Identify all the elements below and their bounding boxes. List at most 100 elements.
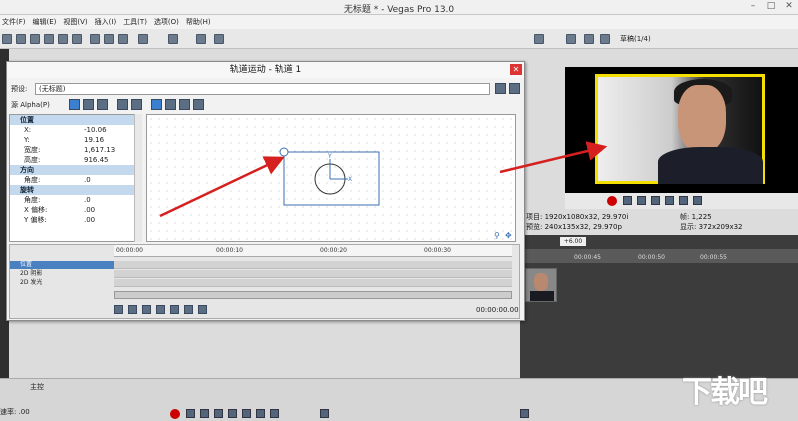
source-alpha-label[interactable]: 源 Alpha(P): [11, 100, 50, 110]
prevent-scaling-icon[interactable]: [193, 99, 204, 110]
undo-icon[interactable]: [138, 34, 148, 44]
maximize-icon[interactable]: □: [764, 1, 778, 13]
keyframe-ruler[interactable]: 00:00:00 00:00:10 00:00:20 00:00:30: [114, 245, 512, 257]
ruler-tick: 00:00:00: [116, 247, 143, 254]
auto-ripple-icon[interactable]: [214, 34, 224, 44]
preset-label: 预设:: [11, 85, 28, 93]
ruler-tick: 00:00:20: [320, 247, 347, 254]
menu-tools[interactable]: 工具(T): [123, 17, 147, 27]
go-to-end-icon[interactable]: [270, 409, 279, 418]
preset-select[interactable]: (无标题): [35, 83, 490, 95]
section-rotation[interactable]: 旋转: [10, 185, 141, 195]
copy-icon[interactable]: [104, 34, 114, 44]
menu-edit[interactable]: 编辑(E): [33, 17, 57, 27]
lock-aspect-icon[interactable]: [117, 99, 128, 110]
last-keyframe-icon[interactable]: [198, 305, 207, 314]
scale-tool-icon[interactable]: [97, 99, 108, 110]
next-keyframe-icon[interactable]: [184, 305, 193, 314]
prevent-movement-x-icon[interactable]: [165, 99, 176, 110]
portrait-face: [678, 85, 726, 153]
play-icon[interactable]: [637, 196, 646, 205]
delete-preset-icon[interactable]: [509, 83, 520, 94]
normal-edit-tool-icon[interactable]: [320, 409, 329, 418]
preview-settings-icon[interactable]: [600, 34, 610, 44]
main-timeline: +6.00 00:00:45 00:00:50 00:00:55: [520, 235, 798, 380]
redo-icon[interactable]: [168, 34, 178, 44]
save-icon[interactable]: [30, 34, 40, 44]
prop-row: 角度: .0: [24, 176, 91, 184]
move-tool-icon[interactable]: [83, 99, 94, 110]
frame-corner-handle[interactable]: [279, 147, 289, 157]
properties-icon[interactable]: [44, 34, 54, 44]
add-keyframe-icon[interactable]: [156, 305, 165, 314]
paste-icon[interactable]: [118, 34, 128, 44]
record-icon[interactable]: [170, 409, 180, 419]
rotate-tool-icon[interactable]: [69, 99, 80, 110]
prevent-movement-y-icon[interactable]: [179, 99, 190, 110]
track-2d-glow[interactable]: 2D 发光: [10, 279, 114, 287]
new-icon[interactable]: [2, 34, 12, 44]
loop-icon[interactable]: [623, 196, 632, 205]
section-orientation[interactable]: 方向: [10, 165, 141, 175]
dialog-close-icon[interactable]: ✕: [510, 64, 522, 75]
frame-info: 帧: 1,225: [680, 213, 712, 221]
timeline-ruler[interactable]: 00:00:45 00:00:50 00:00:55: [520, 249, 798, 263]
snap-icon[interactable]: [520, 409, 529, 418]
menu-options[interactable]: 选项(O): [154, 17, 179, 27]
prev-keyframe-icon[interactable]: [142, 305, 151, 314]
stop-icon[interactable]: [665, 196, 674, 205]
menu-view[interactable]: 视图(V): [63, 17, 87, 27]
prev-frame-icon[interactable]: [679, 196, 688, 205]
pan-icon[interactable]: ✥: [505, 231, 514, 240]
prop-row: X: -10.06: [24, 126, 107, 134]
preview-mode-select[interactable]: 草稿(1/4): [620, 34, 651, 44]
pause-icon[interactable]: [228, 409, 237, 418]
track-lane[interactable]: [114, 261, 512, 269]
enable-snapping-icon[interactable]: [196, 34, 206, 44]
overlays-icon[interactable]: [584, 34, 594, 44]
menu-help[interactable]: 帮助(H): [186, 17, 211, 27]
save-preset-icon[interactable]: [495, 83, 506, 94]
rate-label: 速率: .00: [0, 408, 30, 416]
x-axis-label: X: [348, 176, 352, 183]
track-2d-shadow[interactable]: 2D 阴影: [10, 270, 114, 278]
video-clip-thumbnail[interactable]: [525, 268, 557, 302]
open-icon[interactable]: [16, 34, 26, 44]
preview-info: 预览: 240x135x32, 29.970p: [526, 223, 622, 231]
play-icon[interactable]: [214, 409, 223, 418]
scale-about-center-icon[interactable]: [131, 99, 142, 110]
play-from-start-icon[interactable]: [200, 409, 209, 418]
delete-keyframe-icon[interactable]: [170, 305, 179, 314]
render-icon[interactable]: [58, 34, 68, 44]
track-position[interactable]: 位置: [10, 261, 114, 269]
zoom-icon[interactable]: ⚲: [494, 231, 503, 240]
timeline-scrollbar[interactable]: [114, 291, 512, 299]
menu-file[interactable]: 文件(F): [2, 17, 26, 27]
ruler-tick: 00:00:55: [700, 254, 727, 261]
close-icon[interactable]: ✕: [782, 1, 796, 13]
sync-cursor-icon[interactable]: [114, 305, 123, 314]
first-keyframe-icon[interactable]: [128, 305, 137, 314]
properties-scrollbar[interactable]: [134, 114, 142, 242]
preview-quality-icon[interactable]: [534, 34, 544, 44]
project-info: 项目: 1920x1080x32, 29.970i: [526, 213, 629, 221]
section-position[interactable]: 位置: [10, 115, 141, 125]
track-lane[interactable]: [114, 279, 512, 287]
render-as-icon[interactable]: [72, 34, 82, 44]
minimize-icon[interactable]: –: [746, 1, 760, 13]
cut-icon[interactable]: [90, 34, 100, 44]
edit-in-object-space-icon[interactable]: [151, 99, 162, 110]
stop-icon[interactable]: [242, 409, 251, 418]
menu-insert[interactable]: 插入(I): [95, 17, 117, 27]
loop-icon[interactable]: [186, 409, 195, 418]
motion-workspace[interactable]: Y X ⚲ ✥: [146, 114, 516, 242]
bottom-transport-bar: 主控 速率: .00: [0, 378, 798, 421]
prop-row: Y: 19.16: [24, 136, 105, 144]
pause-icon[interactable]: [651, 196, 660, 205]
track-lane[interactable]: [114, 270, 512, 278]
next-frame-icon[interactable]: [693, 196, 702, 205]
timecode-display: 00:00:00.00: [476, 306, 519, 314]
go-to-start-icon[interactable]: [256, 409, 265, 418]
record-icon[interactable]: [607, 196, 617, 206]
split-screen-icon[interactable]: [566, 34, 576, 44]
